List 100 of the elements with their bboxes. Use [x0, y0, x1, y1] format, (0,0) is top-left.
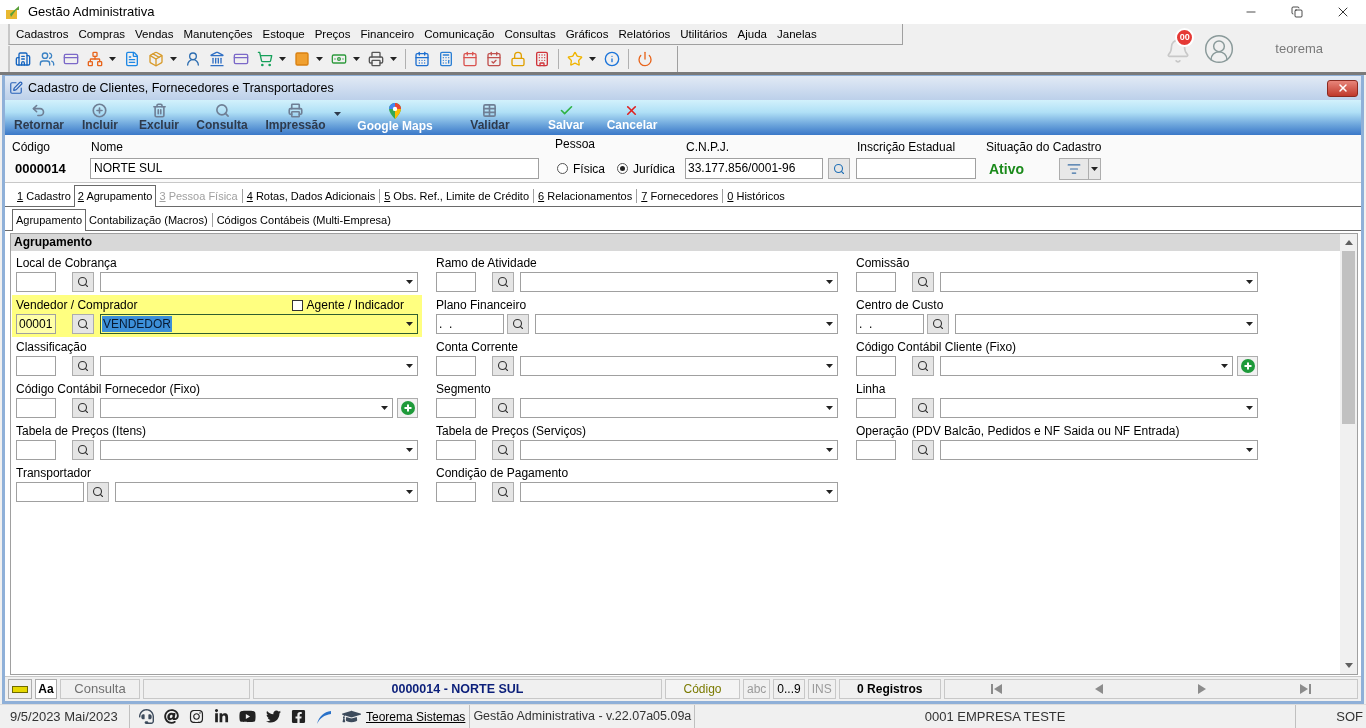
toolbar-button[interactable]	[209, 49, 225, 69]
search-button[interactable]	[507, 314, 529, 334]
select-field[interactable]	[940, 398, 1258, 418]
select-field[interactable]	[940, 440, 1258, 460]
menu-item[interactable]: Vendas	[135, 26, 174, 42]
user-avatar-icon[interactable]	[1203, 33, 1236, 65]
website-link[interactable]: Teorema Sistemas	[366, 707, 466, 726]
search-button[interactable]	[72, 398, 94, 418]
tab[interactable]: 7 Fornecedores	[638, 186, 722, 206]
code-field[interactable]: . .	[436, 314, 504, 334]
search-button[interactable]	[72, 272, 94, 292]
code-field[interactable]	[16, 398, 56, 418]
search-button[interactable]	[912, 356, 934, 376]
toolbar-button[interactable]	[534, 49, 550, 69]
toolbar-button[interactable]	[438, 49, 454, 69]
select-field[interactable]	[520, 398, 838, 418]
font-button[interactable]: Aa	[35, 679, 57, 699]
search-button[interactable]	[72, 440, 94, 460]
sort-field[interactable]: Código	[665, 679, 740, 699]
close-button[interactable]	[1327, 79, 1358, 97]
search-button[interactable]	[492, 272, 514, 292]
checkbox[interactable]	[291, 299, 303, 311]
select-field[interactable]	[115, 482, 418, 502]
menu-item[interactable]: Consultas	[504, 26, 556, 42]
scroll-up-icon[interactable]	[1344, 240, 1353, 245]
code-field[interactable]	[856, 398, 896, 418]
dropdown-button[interactable]	[1089, 158, 1101, 180]
search-button[interactable]	[912, 272, 934, 292]
code-field[interactable]	[436, 356, 476, 376]
select-field[interactable]	[955, 314, 1258, 334]
search-button[interactable]	[912, 398, 934, 418]
menu-item[interactable]: Utilitários	[680, 26, 728, 42]
menu-item[interactable]: Cadastros	[16, 26, 69, 42]
toggle-button[interactable]	[8, 679, 32, 699]
search-button[interactable]	[828, 158, 850, 179]
facebook-icon[interactable]	[291, 709, 306, 724]
twitter-icon[interactable]	[266, 709, 281, 724]
subtab[interactable]: Contabilização (Macros)	[86, 210, 211, 230]
select-field[interactable]	[520, 482, 838, 502]
tab[interactable]: 2 Agrupamento	[73, 185, 157, 207]
menu-item[interactable]: Janelas	[777, 26, 817, 42]
swoosh-logo-icon[interactable]	[316, 708, 332, 725]
code-field[interactable]	[16, 482, 84, 502]
toolbar-button[interactable]	[604, 49, 620, 69]
menu-item[interactable]: Comunicação	[424, 26, 495, 42]
code-field[interactable]	[856, 440, 896, 460]
cnpj-field[interactable]: 33.177.856/0001-96	[685, 158, 823, 179]
code-field[interactable]	[16, 440, 56, 460]
previous-icon[interactable]	[1095, 684, 1104, 694]
youtube-icon[interactable]	[239, 708, 256, 725]
menu-item[interactable]: Compras	[78, 26, 126, 42]
search-button[interactable]	[492, 356, 514, 376]
menu-item[interactable]: Manutenções	[183, 26, 253, 42]
linkedin-icon[interactable]	[214, 709, 229, 724]
menu-item[interactable]: Estoque	[262, 26, 305, 42]
input-field[interactable]	[856, 158, 976, 179]
toolbar-button[interactable]	[567, 49, 596, 69]
code-field[interactable]	[436, 440, 476, 460]
toolbar-button[interactable]	[294, 49, 323, 69]
menu-item[interactable]: Relatórios	[618, 26, 671, 42]
add-button[interactable]	[1237, 356, 1258, 376]
select-field[interactable]	[100, 272, 418, 292]
code-field[interactable]	[436, 482, 476, 502]
menu-item[interactable]: Gráficos	[565, 26, 609, 42]
code-field[interactable]	[436, 398, 476, 418]
menu-item[interactable]: Financeiro	[360, 26, 415, 42]
subtab[interactable]: Agrupamento	[12, 209, 87, 231]
tab[interactable]: 4 Rotas, Dados Adicionais	[243, 186, 379, 206]
search-button[interactable]	[492, 398, 514, 418]
toolbar-button[interactable]	[414, 49, 430, 69]
search-button[interactable]	[912, 440, 934, 460]
tab[interactable]: 1 Cadastro	[14, 186, 74, 206]
code-field[interactable]	[16, 272, 56, 292]
toolbar-button[interactable]	[462, 49, 478, 69]
select-field[interactable]	[100, 356, 418, 376]
select-field[interactable]	[940, 272, 1258, 292]
subtab[interactable]: Códigos Contábeis (Multi-Empresa)	[213, 210, 394, 230]
code-field[interactable]: 00001	[16, 314, 56, 334]
toolbar-button[interactable]	[39, 49, 55, 69]
scrollbar[interactable]	[1340, 234, 1357, 674]
toolbar-button[interactable]	[15, 49, 31, 69]
select-field[interactable]	[100, 398, 393, 418]
code-field[interactable]	[16, 356, 56, 376]
first-record-icon[interactable]	[990, 684, 1002, 694]
toolbar-button[interactable]	[486, 49, 502, 69]
next-icon[interactable]	[1198, 684, 1207, 694]
select-field[interactable]	[535, 314, 838, 334]
radio-button[interactable]	[557, 163, 568, 174]
scrollbar-thumb[interactable]	[1342, 251, 1355, 424]
search-button[interactable]	[87, 482, 109, 502]
search-button[interactable]	[492, 440, 514, 460]
toolbar-button[interactable]	[148, 49, 177, 69]
add-button[interactable]	[397, 398, 418, 418]
select-field[interactable]	[520, 356, 838, 376]
radio-button[interactable]	[617, 163, 628, 174]
last-record-icon[interactable]	[1299, 684, 1311, 694]
instagram-icon[interactable]	[189, 709, 204, 724]
headset-icon[interactable]	[139, 709, 154, 724]
toolbar-button[interactable]	[124, 49, 140, 69]
toolbar-button[interactable]	[368, 49, 397, 69]
